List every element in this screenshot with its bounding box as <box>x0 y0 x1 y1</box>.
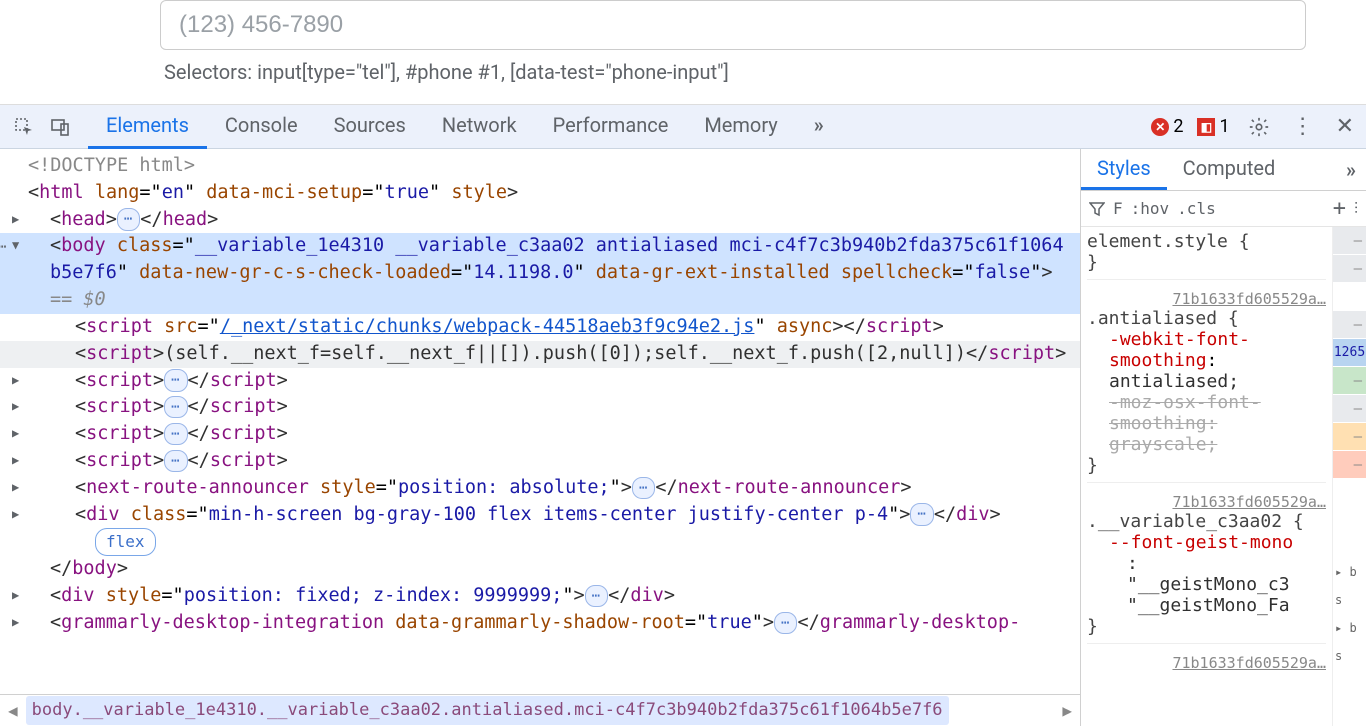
coverage-gutter: – – – 1265 – – – – ▸ b s ▸ b <box>1332 227 1366 726</box>
filter-icon[interactable] <box>1089 201 1105 217</box>
selectors-text: Selectors: input[type="tel"], #phone #1,… <box>160 60 1306 84</box>
expand-pill-icon[interactable]: ⋯ <box>585 585 608 607</box>
devtools-tab-bar: Elements Console Sources Network Perform… <box>0 105 1366 149</box>
expand-triangle-icon[interactable] <box>12 614 19 631</box>
breadcrumb-item[interactable]: body.__variable_1e4310.__variable_c3aa02… <box>26 696 949 725</box>
hov-toggle[interactable]: :hov <box>1131 199 1170 218</box>
issues-count-badge[interactable]: ◧ 1 <box>1197 116 1229 137</box>
dom-script-inline[interactable]: <script>(self.__next_f=self.__next_f||[]… <box>0 341 1080 368</box>
style-rule-variable[interactable]: 71b1633fd605529a… .__variable_c3aa02 { -… <box>1087 493 1326 644</box>
coverage-swatch: – <box>1333 451 1366 479</box>
styles-tab-computed[interactable]: Computed <box>1167 149 1292 190</box>
page-preview: Selectors: input[type="tel"], #phone #1,… <box>0 0 1366 105</box>
tab-more[interactable]: » <box>796 105 842 149</box>
dom-script-src[interactable]: <script src="/_next/static/chunks/webpac… <box>0 314 1080 341</box>
expand-triangle-icon[interactable] <box>12 211 19 228</box>
coverage-swatch: – <box>1333 311 1366 339</box>
dom-div-fixed[interactable]: <div style="position: fixed; z-index: 99… <box>0 583 1080 610</box>
breadcrumb-next-icon[interactable]: ▶ <box>1062 699 1072 722</box>
coverage-swatch <box>1333 507 1366 535</box>
coverage-swatch: – <box>1333 255 1366 283</box>
new-rule-icon[interactable]: + <box>1333 196 1346 221</box>
issues-icon: ◧ <box>1197 118 1215 136</box>
styles-more-icon[interactable]: ⫶ <box>1354 199 1358 219</box>
coverage-swatch: – <box>1333 227 1366 255</box>
coverage-swatch: 1265 <box>1333 339 1366 367</box>
coverage-swatch: – <box>1333 367 1366 395</box>
breadcrumb-prev-icon[interactable]: ◀ <box>8 699 18 722</box>
dom-flex-badge[interactable]: flex <box>0 528 1080 556</box>
expand-pill-icon[interactable]: ⋯ <box>632 477 655 499</box>
expand-triangle-icon[interactable] <box>12 587 19 604</box>
styles-tab-more-icon[interactable]: » <box>1336 158 1366 182</box>
coverage-swatch: s <box>1333 647 1366 675</box>
dom-script-collapsed[interactable]: <script>⋯</script> <box>0 394 1080 421</box>
dom-script-collapsed[interactable]: <script>⋯</script> <box>0 368 1080 395</box>
error-icon: ✕ <box>1151 118 1169 136</box>
tab-sources[interactable]: Sources <box>316 105 424 149</box>
expand-pill-icon[interactable]: ⋯ <box>164 423 187 445</box>
coverage-swatch: ▸ b <box>1333 619 1366 647</box>
coverage-swatch <box>1333 479 1366 507</box>
expand-triangle-icon[interactable] <box>12 506 19 523</box>
dom-body-open[interactable]: ⋯<body class="__variable_1e4310 __variab… <box>0 233 1080 313</box>
styles-panel: Styles Computed » F :hov .cls + ⫶ <box>1080 149 1366 726</box>
expand-pill-icon[interactable]: ⋯ <box>164 450 187 472</box>
expand-triangle-icon[interactable] <box>12 398 19 415</box>
styles-tab-styles[interactable]: Styles <box>1081 149 1167 190</box>
dom-head[interactable]: <head>⋯</head> <box>0 207 1080 234</box>
tab-network[interactable]: Network <box>424 105 535 149</box>
settings-icon[interactable] <box>1244 116 1274 138</box>
coverage-swatch: – <box>1333 423 1366 451</box>
dom-next-route-announcer[interactable]: <next-route-announcer style="position: a… <box>0 475 1080 502</box>
close-devtools-icon[interactable]: ✕ <box>1332 114 1358 139</box>
breadcrumb: ◀ body.__variable_1e4310.__variable_c3aa… <box>0 694 1080 726</box>
rule-source-link[interactable]: 71b1633fd605529a… <box>1087 290 1326 308</box>
expand-pill-icon[interactable]: ⋯ <box>910 503 933 525</box>
phone-input-container <box>160 0 1306 50</box>
coverage-swatch <box>1333 535 1366 563</box>
error-count-badge[interactable]: ✕ 2 <box>1151 116 1183 137</box>
dom-body-close[interactable]: </body> <box>0 556 1080 583</box>
expand-triangle-icon[interactable] <box>12 237 19 254</box>
style-rule-antialiased[interactable]: 71b1633fd605529a… .antialiased { -webkit… <box>1087 290 1326 483</box>
dom-script-collapsed[interactable]: <script>⋯</script> <box>0 421 1080 448</box>
tab-performance[interactable]: Performance <box>535 105 687 149</box>
dom-html-open[interactable]: <html lang="en" data-mci-setup="true" st… <box>0 180 1080 207</box>
issues-count: 1 <box>1219 116 1229 137</box>
phone-input[interactable] <box>179 11 1287 39</box>
rule-source-link[interactable]: 71b1633fd605529a… <box>1087 654 1326 672</box>
filter-input[interactable]: F <box>1113 199 1123 218</box>
expand-pill-icon[interactable]: ⋯ <box>774 612 797 634</box>
tab-memory[interactable]: Memory <box>686 105 795 149</box>
coverage-swatch: ▸ b <box>1333 563 1366 591</box>
expand-triangle-icon[interactable] <box>12 425 19 442</box>
expand-triangle-icon[interactable] <box>12 452 19 469</box>
dom-doctype[interactable]: <!DOCTYPE html> <box>0 153 1080 180</box>
coverage-swatch: s <box>1333 591 1366 619</box>
tab-elements[interactable]: Elements <box>88 105 207 149</box>
device-toolbar-icon[interactable] <box>44 111 76 143</box>
dom-tree-panel: <!DOCTYPE html> <html lang="en" data-mci… <box>0 149 1080 726</box>
dom-div-app[interactable]: <div class="min-h-screen bg-gray-100 fle… <box>0 502 1080 529</box>
expand-pill-icon[interactable]: ⋯ <box>117 208 140 230</box>
dom-script-collapsed[interactable]: <script>⋯</script> <box>0 448 1080 475</box>
expand-pill-icon[interactable]: ⋯ <box>164 369 187 391</box>
rule-source-link[interactable]: 71b1633fd605529a… <box>1087 493 1326 511</box>
more-menu-icon[interactable]: ⋮ <box>1288 114 1318 139</box>
style-rule-element[interactable]: element.style { } <box>1087 231 1326 280</box>
expand-triangle-icon[interactable] <box>12 372 19 389</box>
inspect-element-icon[interactable] <box>8 111 40 143</box>
coverage-swatch <box>1333 283 1366 311</box>
error-count: 2 <box>1173 116 1183 137</box>
cls-toggle[interactable]: .cls <box>1177 199 1216 218</box>
coverage-swatch: – <box>1333 395 1366 423</box>
dom-grammarly[interactable]: <grammarly-desktop-integration data-gram… <box>0 610 1080 637</box>
expand-triangle-icon[interactable] <box>12 479 19 496</box>
tab-console[interactable]: Console <box>207 105 316 149</box>
expand-pill-icon[interactable]: ⋯ <box>164 396 187 418</box>
